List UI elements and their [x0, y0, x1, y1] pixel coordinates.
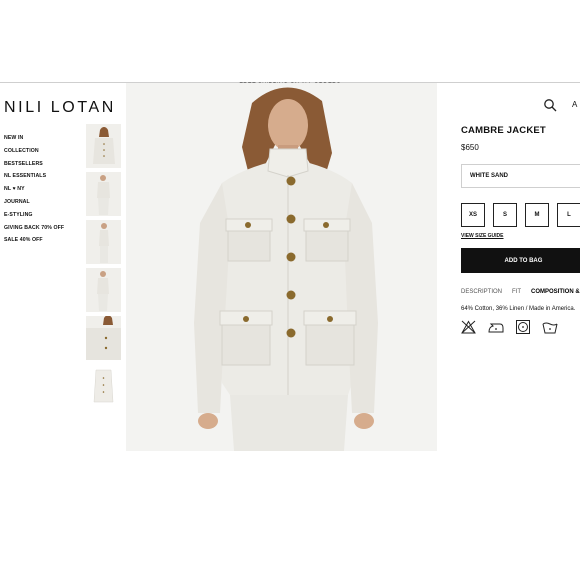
nav-item-collection[interactable]: COLLECTION	[4, 145, 64, 158]
product-title: CAMBRE JACKET	[461, 125, 546, 136]
thumbnail-gallery	[86, 124, 124, 412]
size-guide-link[interactable]: VIEW SIZE GUIDE	[461, 233, 504, 239]
product-price: $650	[461, 143, 479, 152]
nav-item-journal[interactable]: JOURNAL	[4, 196, 64, 209]
tab-fit[interactable]: FIT	[512, 289, 521, 295]
no-bleach-icon	[461, 320, 476, 334]
thumbnail-4[interactable]	[86, 268, 121, 312]
care-icons	[461, 320, 558, 334]
nav-item-essentials[interactable]: NL ESSENTIALS	[4, 170, 64, 183]
nav-item-sale[interactable]: SALE 40% OFF	[4, 234, 64, 247]
color-select[interactable]: WHITE SAND	[461, 164, 580, 188]
search-icon[interactable]	[543, 98, 557, 112]
thumbnail-6[interactable]	[86, 364, 121, 408]
tab-composition[interactable]: COMPOSITION &	[531, 289, 580, 295]
thumbnail-3[interactable]	[86, 220, 121, 264]
product-hero-image[interactable]	[126, 83, 437, 451]
add-to-bag-button[interactable]: ADD TO BAG	[461, 248, 580, 273]
size-s[interactable]: S	[493, 203, 517, 227]
thumbnail-1[interactable]	[86, 124, 121, 168]
nav-item-e-styling[interactable]: E-STYLING	[4, 209, 64, 222]
wash-icon	[542, 320, 558, 334]
thumbnail-2[interactable]	[86, 172, 121, 216]
nav-item-giving-back[interactable]: GIVING BACK 70% OFF	[4, 222, 64, 235]
size-options: XS S M L	[461, 203, 580, 227]
nav-item-nl-ny[interactable]: NL ♥ NY	[4, 183, 64, 196]
tab-description[interactable]: DESCRIPTION	[461, 289, 502, 295]
composition-text: 64% Cotton, 36% Linen / Made in America.	[461, 306, 576, 312]
main-nav: NEW IN COLLECTION BESTSELLERS NL ESSENTI…	[4, 132, 64, 247]
nav-item-new-in[interactable]: NEW IN	[4, 132, 64, 145]
size-xs[interactable]: XS	[461, 203, 485, 227]
size-m[interactable]: M	[525, 203, 549, 227]
iron-icon	[488, 320, 504, 334]
product-info-tabs: DESCRIPTION FIT COMPOSITION &	[461, 289, 580, 295]
nav-item-bestsellers[interactable]: BESTSELLERS	[4, 158, 64, 171]
size-l[interactable]: L	[557, 203, 580, 227]
account-link[interactable]: A	[572, 100, 577, 109]
brand-logo[interactable]: NILI LOTAN	[4, 99, 116, 117]
thumbnail-5[interactable]	[86, 316, 121, 360]
tumble-dry-icon	[516, 320, 530, 334]
